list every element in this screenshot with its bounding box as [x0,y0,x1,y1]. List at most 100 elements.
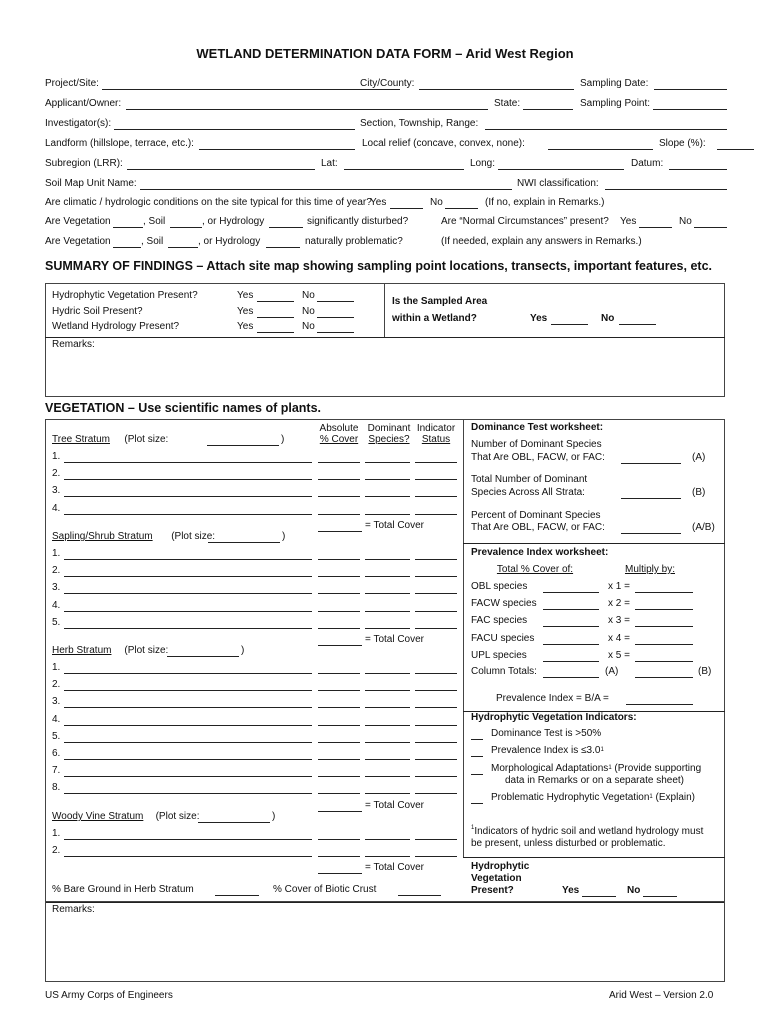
climatic-no-field[interactable] [445,208,478,209]
species-name-field[interactable] [64,759,312,760]
species-name-field[interactable] [64,724,312,726]
sampling-point-field[interactable] [653,109,727,110]
prevalence-cover-field[interactable] [543,626,599,628]
normal-yes-field[interactable] [639,227,672,228]
species-name-field[interactable] [64,513,312,515]
absolute-cover-field[interactable] [318,690,360,692]
dominant-species-field[interactable] [365,724,410,726]
prevalence-cover-field[interactable] [543,609,599,611]
datum-field[interactable] [669,169,727,170]
problematic-soil-field[interactable] [168,247,198,248]
indicator-status-field[interactable] [415,707,457,709]
plot-size-field[interactable] [207,445,279,446]
applicant-owner-field[interactable] [126,109,488,110]
dominant-species-field[interactable] [365,839,410,840]
indicator-dominance-checkbox[interactable] [471,739,483,740]
species-name-field[interactable] [64,839,312,840]
prevalence-product-field[interactable] [635,643,693,645]
sampled-no-field[interactable] [619,324,656,325]
indicator-status-field[interactable] [415,513,457,515]
column-totals-a-field[interactable] [543,677,599,678]
dominant-species-field[interactable] [365,559,410,560]
dominant-species-field[interactable] [365,690,410,692]
local-relief-field[interactable] [548,149,653,150]
indicator-prevalence-checkbox[interactable] [471,756,483,757]
sampled-yes-field[interactable] [551,324,588,325]
absolute-cover-field[interactable] [318,559,360,560]
absolute-cover-field[interactable] [318,839,360,840]
problematic-hydrology-field[interactable] [266,247,300,248]
prevalence-product-field[interactable] [635,609,693,611]
plot-size-field[interactable] [198,822,270,823]
veg-no-field[interactable] [317,301,354,302]
subregion-field[interactable] [127,169,315,170]
disturbed-soil-field[interactable] [170,227,202,228]
prevalence-product-field[interactable] [635,626,693,628]
state-field[interactable] [523,109,573,110]
lat-field[interactable] [344,169,464,170]
prevalence-index-field[interactable] [626,704,693,705]
prevalence-product-field[interactable] [635,592,693,593]
indicator-status-field[interactable] [415,856,457,858]
dominant-species-field[interactable] [365,759,410,760]
absolute-cover-field[interactable] [318,759,360,760]
soil-map-unit-field[interactable] [140,189,512,190]
landform-field[interactable] [199,149,355,150]
dominant-species-field[interactable] [365,576,410,578]
dominant-species-field[interactable] [365,479,410,481]
veg-yes-field[interactable] [257,301,294,302]
absolute-cover-field[interactable] [318,856,360,858]
indicator-status-field[interactable] [415,479,457,481]
plot-size-field[interactable] [208,542,280,543]
dominant-species-field[interactable] [365,513,410,515]
indicator-problematic-checkbox[interactable] [471,803,483,804]
indicator-status-field[interactable] [415,690,457,692]
absolute-cover-field[interactable] [318,724,360,726]
investigators-field[interactable] [114,129,355,130]
indicator-status-field[interactable] [415,559,457,560]
absolute-cover-field[interactable] [318,513,360,515]
prevalence-cover-field[interactable] [543,592,599,593]
disturbed-vegetation-field[interactable] [113,227,143,228]
sampling-date-field[interactable] [654,89,727,90]
species-name-field[interactable] [64,690,312,692]
species-name-field[interactable] [64,856,312,858]
dominant-species-field[interactable] [365,856,410,858]
hydro-no-field[interactable] [317,332,354,333]
city-county-field[interactable] [419,89,574,90]
summary-remarks-field[interactable] [46,352,724,396]
project-site-field[interactable] [102,89,400,90]
indicator-status-field[interactable] [415,576,457,578]
section-township-range-field[interactable] [485,129,727,130]
indicator-status-field[interactable] [415,724,457,726]
dominance-a-field[interactable] [621,463,681,464]
dominance-ab-field[interactable] [621,533,681,534]
species-name-field[interactable] [64,559,312,560]
prevalence-cover-field[interactable] [543,660,599,662]
total-cover-field[interactable] [318,873,362,875]
species-name-field[interactable] [64,479,312,481]
column-totals-b-field[interactable] [635,677,693,678]
species-name-field[interactable] [64,576,312,578]
indicator-status-field[interactable] [415,839,457,840]
absolute-cover-field[interactable] [318,707,360,709]
absolute-cover-field[interactable] [318,576,360,578]
hydro-present-no-field[interactable] [643,896,677,897]
prevalence-cover-field[interactable] [543,643,599,645]
prevalence-product-field[interactable] [635,660,693,662]
disturbed-hydrology-field[interactable] [269,227,303,228]
slope-field[interactable] [717,149,754,150]
indicator-status-field[interactable] [415,759,457,760]
hydro-present-yes-field[interactable] [582,896,616,897]
hydro-yes-field[interactable] [257,332,294,333]
dominant-species-field[interactable] [365,707,410,709]
species-name-field[interactable] [64,707,312,709]
climatic-yes-field[interactable] [390,208,423,209]
normal-no-field[interactable] [694,227,727,228]
long-field[interactable] [498,169,624,170]
problematic-vegetation-field[interactable] [113,247,141,248]
indicator-morphological-checkbox[interactable] [471,774,483,775]
dominance-b-field[interactable] [621,498,681,499]
nwi-field[interactable] [605,189,727,190]
absolute-cover-field[interactable] [318,479,360,481]
